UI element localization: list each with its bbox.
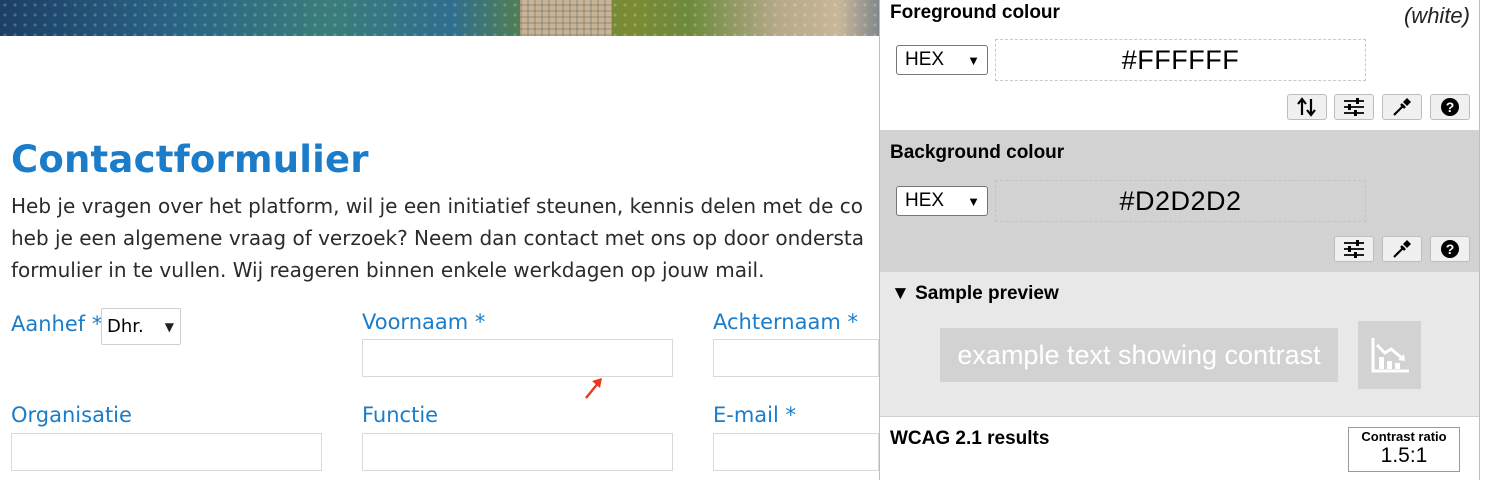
foreground-hex-input[interactable]: #FFFFFF (995, 39, 1366, 81)
banner-pattern (520, 0, 612, 36)
email-label: E-mail * (713, 403, 797, 427)
help-icon: ? (1441, 240, 1459, 258)
intro-line: formulier in te vullen. Wij reageren bin… (11, 258, 765, 282)
foreground-section: Foreground colour (white) HEX ▼ #FFFFFF (880, 0, 1479, 130)
foreground-heading: Foreground colour (890, 2, 1060, 23)
contrast-ratio-value: 1.5:1 (1380, 444, 1428, 467)
foreground-eyedropper-button[interactable] (1382, 94, 1422, 120)
organisation-input[interactable] (11, 433, 322, 471)
colour-name-note: (white) (1403, 3, 1470, 28)
foreground-adjust-button[interactable] (1334, 94, 1374, 120)
background-heading: Background colour (890, 142, 1065, 163)
svg-text:?: ? (1446, 99, 1455, 115)
chart-icon (1371, 338, 1409, 373)
background-help-button[interactable]: ? (1430, 236, 1470, 262)
eyedropper-icon (1393, 240, 1411, 258)
background-eyedropper-button[interactable] (1382, 236, 1422, 262)
chevron-down-icon: ▼ (967, 194, 980, 209)
background-format-select[interactable]: HEX ▼ (896, 186, 988, 216)
organisation-label: Organisatie (11, 403, 132, 427)
wcag-results-section: WCAG 2.1 results Contrast ratio 1.5:1 (880, 416, 1479, 480)
last-name-input[interactable] (713, 339, 879, 377)
first-name-label: Voornaam * (362, 310, 486, 334)
triangle-down-icon: ▼ (891, 283, 910, 304)
foreground-format-select[interactable]: HEX ▼ (896, 45, 988, 75)
salutation-select[interactable]: Dhr. ▼ (101, 308, 181, 345)
last-name-label: Achternaam * (713, 310, 858, 334)
wcag-heading: WCAG 2.1 results (890, 428, 1050, 449)
sliders-icon (1344, 98, 1364, 116)
contrast-ratio-box: Contrast ratio 1.5:1 (1348, 427, 1460, 472)
colour-contrast-panel: Foreground colour (white) HEX ▼ #FFFFFF (879, 0, 1480, 480)
foreground-help-button[interactable]: ? (1430, 94, 1470, 120)
cursor-arrow-icon (585, 378, 602, 399)
sample-preview-toggle[interactable]: ▼ Sample preview (891, 283, 1059, 305)
job-title-label: Functie (362, 403, 439, 427)
chevron-down-icon: ▼ (967, 53, 980, 68)
first-name-input[interactable] (362, 339, 673, 377)
eyedropper-icon (1393, 98, 1411, 116)
swap-colours-button[interactable] (1287, 94, 1327, 120)
salutation-label: Aanhef * (11, 312, 103, 336)
intro-line: heb je een algemene vraag of verzoek? Ne… (11, 226, 865, 250)
intro-line: Heb je vragen over het platform, wil je … (11, 194, 863, 218)
sample-icon-preview (1358, 321, 1421, 389)
help-icon: ? (1441, 98, 1459, 116)
background-adjust-button[interactable] (1334, 236, 1374, 262)
sample-text-preview: example text showing contrast (940, 328, 1338, 382)
panel-scrollbar[interactable] (1480, 0, 1497, 480)
background-section: Background colour HEX ▼ #D2D2D2 ? (880, 130, 1479, 272)
contrast-ratio-label: Contrast ratio (1361, 429, 1447, 444)
job-title-input[interactable] (362, 433, 673, 471)
swap-icon (1297, 97, 1316, 117)
page-intro: Heb je vragen over het platform, wil je … (11, 190, 1011, 286)
page-title: Contactformulier (11, 138, 369, 181)
sample-preview-section: ▼ Sample preview example text showing co… (880, 272, 1479, 416)
chevron-down-icon: ▼ (164, 320, 174, 334)
email-input[interactable] (713, 433, 879, 471)
svg-text:?: ? (1446, 241, 1455, 257)
sliders-icon (1344, 240, 1364, 258)
background-hex-input[interactable]: #D2D2D2 (995, 180, 1366, 222)
